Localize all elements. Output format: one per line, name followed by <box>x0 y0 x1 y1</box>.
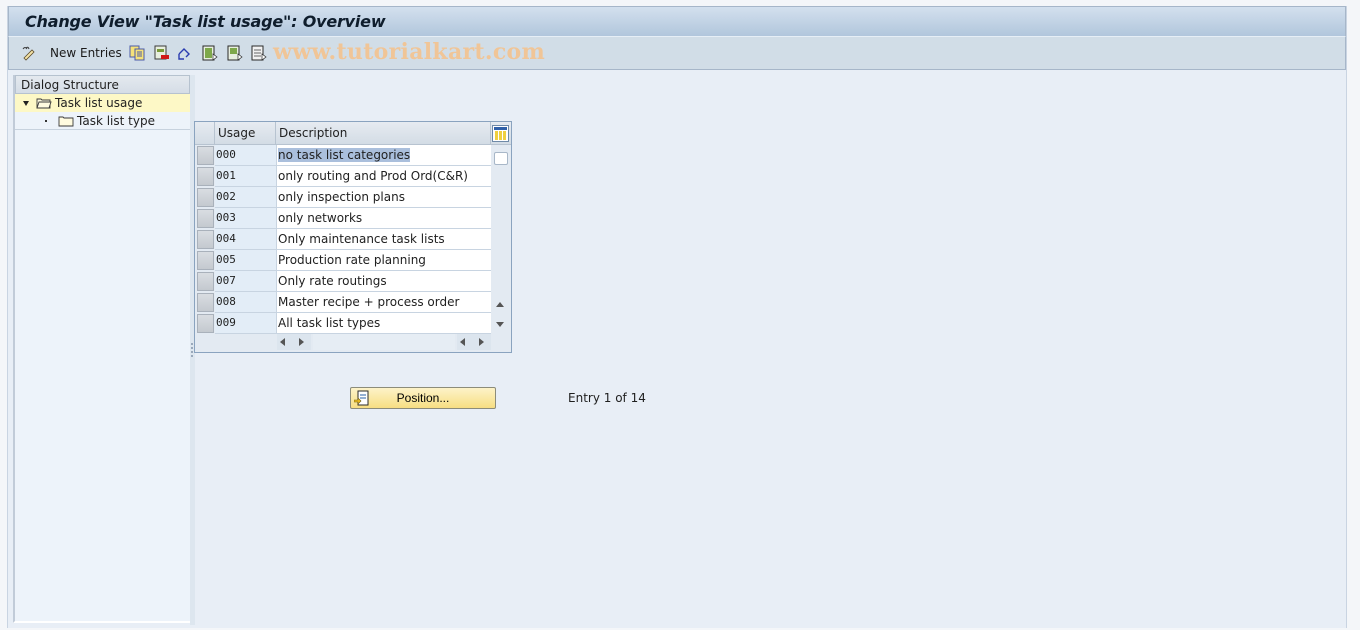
usage-cell[interactable]: 000 <box>215 145 276 166</box>
position-button-label: Position... <box>396 391 450 405</box>
tree-item-label: Task list usage <box>55 94 143 112</box>
table-row[interactable]: 000 no task list categories <box>195 145 491 166</box>
select-all-button[interactable] <box>202 44 218 62</box>
application-toolbar: New Entries www.tutorialkart.com <box>8 37 1346 70</box>
scroll-right-icon[interactable] <box>299 338 304 346</box>
usage-cell[interactable]: 004 <box>215 229 276 250</box>
description-cell[interactable]: only inspection plans <box>276 187 491 208</box>
row-selector[interactable] <box>197 251 214 270</box>
description-text: only networks <box>278 211 363 225</box>
display-change-button[interactable] <box>21 44 37 62</box>
tree-item-label: Task list type <box>77 114 155 128</box>
row-selector[interactable] <box>197 209 214 228</box>
vertical-scrollbar[interactable] <box>491 145 511 332</box>
watermark-text: www.tutorialkart.com <box>273 39 546 65</box>
usage-cell[interactable]: 003 <box>215 208 276 229</box>
table-row[interactable]: 005 Production rate planning <box>195 250 491 271</box>
position-button[interactable]: Position... <box>350 387 496 409</box>
title-bar: Change View "Task list usage": Overview <box>8 6 1346 37</box>
table-row[interactable]: 009 All task list types <box>195 313 491 334</box>
undo-change-button[interactable] <box>177 44 193 62</box>
page-title: Change View "Task list usage": Overview <box>25 12 386 31</box>
description-text: no task list categories <box>278 148 411 162</box>
usage-cell[interactable]: 005 <box>215 250 276 271</box>
copy-icon <box>129 45 145 61</box>
horizontal-scroll-track[interactable] <box>313 334 455 350</box>
position-icon <box>354 390 369 406</box>
scroll-left-icon[interactable] <box>280 338 285 346</box>
horizontal-scrollbar-usage[interactable] <box>277 334 311 350</box>
deselect-all-button[interactable] <box>251 44 267 62</box>
usage-cell[interactable]: 008 <box>215 292 276 313</box>
row-selector[interactable] <box>197 146 214 165</box>
description-text: only inspection plans <box>278 190 405 204</box>
description-cell[interactable]: only networks <box>276 208 491 229</box>
sap-window: Change View "Task list usage": Overview … <box>7 6 1347 628</box>
column-header-usage[interactable]: Usage <box>215 122 276 144</box>
table-row[interactable]: 008 Master recipe + process order <box>195 292 491 313</box>
delete-icon <box>154 45 169 60</box>
scroll-thumb[interactable] <box>494 152 508 165</box>
horizontal-scrollbar-description[interactable] <box>457 334 491 350</box>
dialog-structure-header: Dialog Structure <box>15 75 190 94</box>
usage-cell[interactable]: 002 <box>215 187 276 208</box>
description-cell[interactable]: Only maintenance task lists <box>276 229 491 250</box>
tree-item-task-list-usage[interactable]: Task list usage <box>15 94 190 112</box>
description-text: Only rate routings <box>278 274 387 288</box>
table-row[interactable]: 003 only networks <box>195 208 491 229</box>
scroll-down-icon[interactable] <box>496 322 504 327</box>
table-header: Usage Description <box>195 122 511 145</box>
description-cell[interactable]: no task list categories <box>276 145 491 166</box>
select-all-icon <box>202 45 218 61</box>
scroll-up-icon[interactable] <box>496 302 504 307</box>
task-list-usage-table: Usage Description 000 no task list catego… <box>194 121 512 353</box>
description-cell[interactable]: All task list types <box>276 313 491 334</box>
row-selector[interactable] <box>197 272 214 291</box>
column-config-icon <box>494 127 507 140</box>
open-folder-icon <box>36 98 52 109</box>
description-cell[interactable]: Production rate planning <box>276 250 491 271</box>
deselect-all-icon <box>251 45 267 61</box>
copy-as-button[interactable] <box>129 44 145 62</box>
expand-arrow-icon[interactable] <box>23 101 29 106</box>
table-settings-button[interactable] <box>492 125 509 142</box>
scroll-left-icon[interactable] <box>460 338 465 346</box>
dialog-structure-panel: Dialog Structure Task list usage Task li… <box>13 75 190 623</box>
description-cell[interactable]: Master recipe + process order <box>276 292 491 313</box>
row-selector[interactable] <box>197 230 214 249</box>
description-text: Master recipe + process order <box>278 295 460 309</box>
description-text: Only maintenance task lists <box>278 232 445 246</box>
table-row[interactable]: 002 only inspection plans <box>195 187 491 208</box>
tree-item-task-list-type[interactable]: Task list type <box>15 112 190 130</box>
folder-icon <box>58 116 74 127</box>
entry-counter: Entry 1 of 14 <box>568 391 646 405</box>
edit-pencil-icon <box>22 46 35 61</box>
new-entries-button[interactable]: New Entries <box>50 44 122 62</box>
bullet-icon <box>45 120 47 122</box>
description-cell[interactable]: only routing and Prod Ord(C&R) <box>276 166 491 187</box>
splitter-grip-icon <box>191 343 193 359</box>
column-header-description[interactable]: Description <box>276 122 491 144</box>
select-all-rows-button[interactable] <box>195 122 215 144</box>
description-text: Production rate planning <box>278 253 426 267</box>
select-block-icon <box>227 45 243 61</box>
scroll-right-icon[interactable] <box>479 338 484 346</box>
usage-cell[interactable]: 007 <box>215 271 276 292</box>
select-block-button[interactable] <box>227 44 243 62</box>
new-entries-label: New Entries <box>50 46 122 60</box>
row-selector[interactable] <box>197 188 214 207</box>
undo-change-icon <box>178 48 190 60</box>
description-text: only routing and Prod Ord(C&R) <box>278 169 468 183</box>
usage-cell[interactable]: 001 <box>215 166 276 187</box>
delete-button[interactable] <box>154 44 170 62</box>
row-selector[interactable] <box>197 314 214 333</box>
description-text: All task list types <box>278 316 381 330</box>
usage-cell[interactable]: 009 <box>215 313 276 334</box>
description-cell[interactable]: Only rate routings <box>276 271 491 292</box>
table-row[interactable]: 004 Only maintenance task lists <box>195 229 491 250</box>
table-row[interactable]: 007 Only rate routings <box>195 271 491 292</box>
row-selector[interactable] <box>197 293 214 312</box>
row-selector[interactable] <box>197 167 214 186</box>
table-row[interactable]: 001 only routing and Prod Ord(C&R) <box>195 166 491 187</box>
